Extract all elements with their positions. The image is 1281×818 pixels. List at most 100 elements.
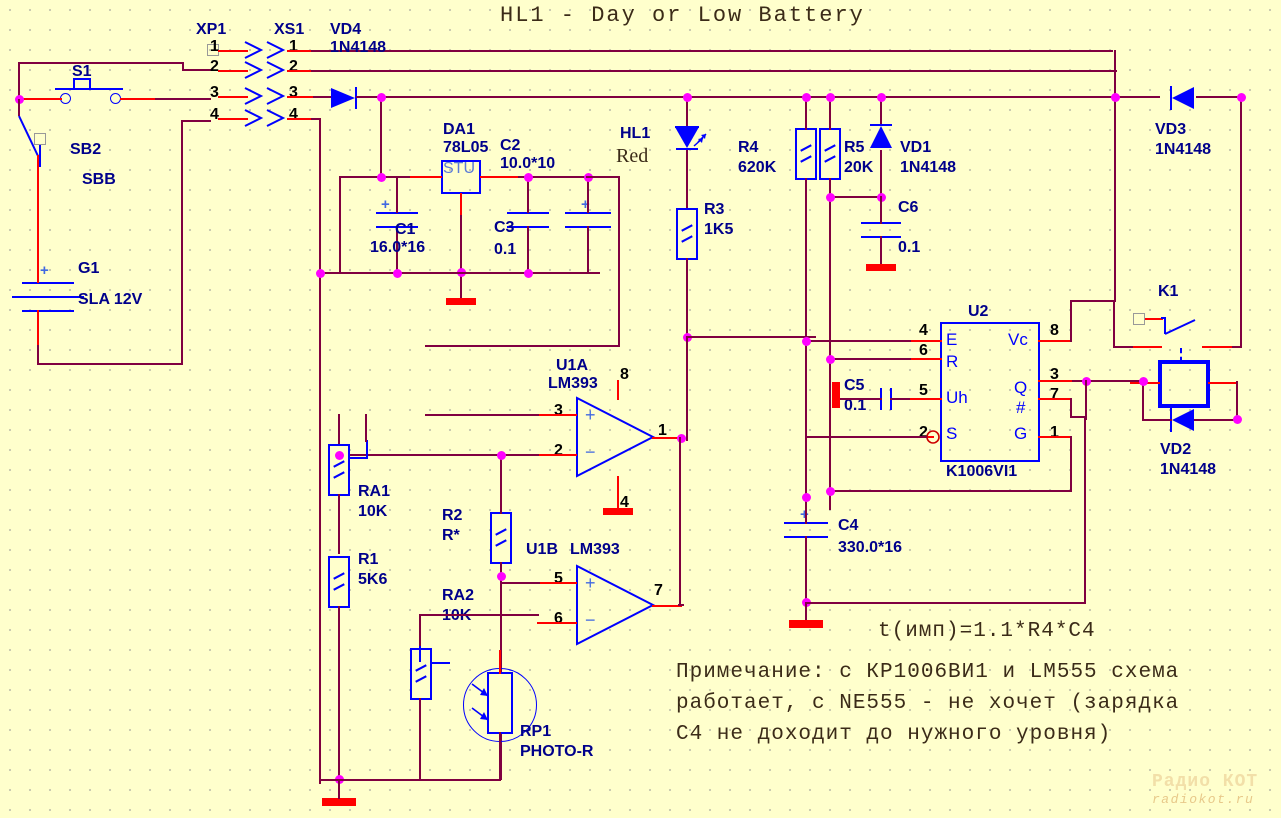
note-line-1: Примечание: с КР1006ВИ1 и LM555 схема — [676, 661, 1180, 684]
wire — [18, 99, 20, 113]
u1b-value: LM393 — [570, 541, 620, 558]
u2-pin-number-7: 7 — [1050, 386, 1059, 403]
junction — [335, 451, 344, 460]
u2-pin-number-8: 8 — [1050, 322, 1059, 339]
ra1-wiper-arm[interactable] — [348, 457, 368, 459]
u1b-inv-sign: − — [585, 610, 596, 630]
u2-pin-name-S: S — [946, 424, 958, 443]
wire — [829, 196, 881, 198]
wire — [1070, 398, 1072, 418]
wire — [880, 236, 882, 266]
sb2-value: SBB — [82, 171, 116, 188]
r2-body — [490, 512, 512, 564]
k1-coil — [1158, 360, 1210, 408]
wire — [338, 414, 340, 444]
xp1-pin-arrow — [244, 109, 264, 127]
wire — [356, 96, 1116, 98]
xp1-label: XP1 — [196, 21, 227, 38]
u1b-pin5-lead — [537, 582, 577, 584]
wire — [1084, 418, 1086, 604]
sb2-label: SB2 — [70, 141, 102, 158]
rp1-value: PHOTO-R — [520, 743, 594, 760]
vd4-label: VD4 — [330, 21, 362, 38]
r5-label: R5 — [844, 139, 865, 156]
wire — [18, 62, 184, 64]
s1-lead-left — [22, 98, 62, 100]
r2-label: R2 — [442, 507, 463, 524]
u2-label: U2 — [968, 303, 989, 320]
s1-lead-right — [120, 98, 158, 100]
note-line-3: C4 не доходит до нужного уровня) — [676, 723, 1112, 746]
vd4-value: 1N4148 — [330, 39, 387, 56]
ra2-wiper-arm[interactable] — [430, 662, 450, 664]
wire — [527, 226, 529, 273]
xs1-pin-number: 1 — [289, 38, 298, 55]
wire — [678, 604, 684, 606]
wire — [527, 177, 529, 213]
wire — [587, 177, 589, 213]
xs1-pin-arrow — [266, 87, 286, 105]
k1-contact-terminal[interactable] — [1133, 313, 1145, 325]
wire — [618, 177, 620, 347]
g1-plate-short — [12, 296, 84, 298]
xp1-pin-arrow — [244, 41, 264, 59]
wire — [686, 336, 688, 441]
u2-pin8-lead — [1038, 340, 1072, 342]
junction — [1139, 377, 1148, 386]
watermark-bottom: radiokot.ru — [1152, 792, 1255, 807]
xp1-pin-number: 3 — [210, 84, 219, 101]
wire — [1232, 346, 1242, 348]
u1b-pin7-number: 7 — [654, 582, 663, 599]
da1-output-lead — [480, 176, 520, 178]
da1-label: DA1 — [443, 121, 476, 138]
sb2-lead — [37, 155, 39, 273]
wire — [37, 363, 183, 365]
junction — [393, 269, 402, 278]
r5-value: 20K — [844, 159, 874, 176]
wire — [419, 698, 421, 780]
wire — [686, 336, 816, 338]
c1-polarity: + — [381, 196, 390, 213]
k1-contact-blade[interactable] — [1155, 312, 1215, 344]
ra1-value: 10K — [358, 503, 388, 520]
wire — [425, 414, 539, 416]
junction — [683, 93, 692, 102]
wire — [425, 345, 620, 347]
u1a-pin8-number: 8 — [620, 366, 629, 383]
r3-label: R3 — [704, 201, 725, 218]
g1-lead-bottom — [37, 310, 39, 346]
u1a-inv-sign: − — [585, 442, 596, 462]
xs1-pin-arrow — [266, 109, 286, 127]
u2-pin-name-Vc: Vc — [1008, 330, 1028, 349]
u2-pin5-lead — [908, 398, 942, 400]
xs1-lead — [287, 70, 313, 72]
c4-value: 330.0*16 — [838, 539, 903, 556]
junction — [826, 487, 835, 496]
wire — [805, 536, 807, 604]
ra1-wiper-stem[interactable] — [366, 440, 368, 458]
u2-pin-number-4: 4 — [919, 322, 928, 339]
r4-body — [795, 128, 817, 180]
wire — [460, 215, 462, 300]
u1b-pin6-lead — [537, 622, 577, 624]
wire — [1070, 300, 1116, 302]
wire — [1114, 96, 1160, 98]
wire — [1240, 96, 1242, 348]
u2-pin7-lead — [1038, 398, 1072, 400]
xs1-lead — [287, 96, 313, 98]
r1-label: R1 — [358, 551, 379, 568]
u2-pin1-lead — [1038, 436, 1072, 438]
g1-label: G1 — [78, 260, 100, 277]
ra2-wiper-stem[interactable] — [419, 644, 421, 662]
c2-value: 10.0*10 — [500, 155, 556, 172]
vd2-value: 1N4148 — [1160, 461, 1217, 478]
u1a-pin3-number: 3 — [554, 402, 563, 419]
wire — [890, 398, 910, 400]
sb2-blade[interactable] — [12, 110, 72, 180]
junction — [802, 93, 811, 102]
u2-pin-name-G: G — [1014, 424, 1028, 443]
da1-input-lead — [410, 176, 442, 178]
u1a-pin3-lead — [537, 414, 577, 416]
hl1-led-symbol — [675, 126, 707, 150]
ground-symbol — [322, 798, 356, 806]
